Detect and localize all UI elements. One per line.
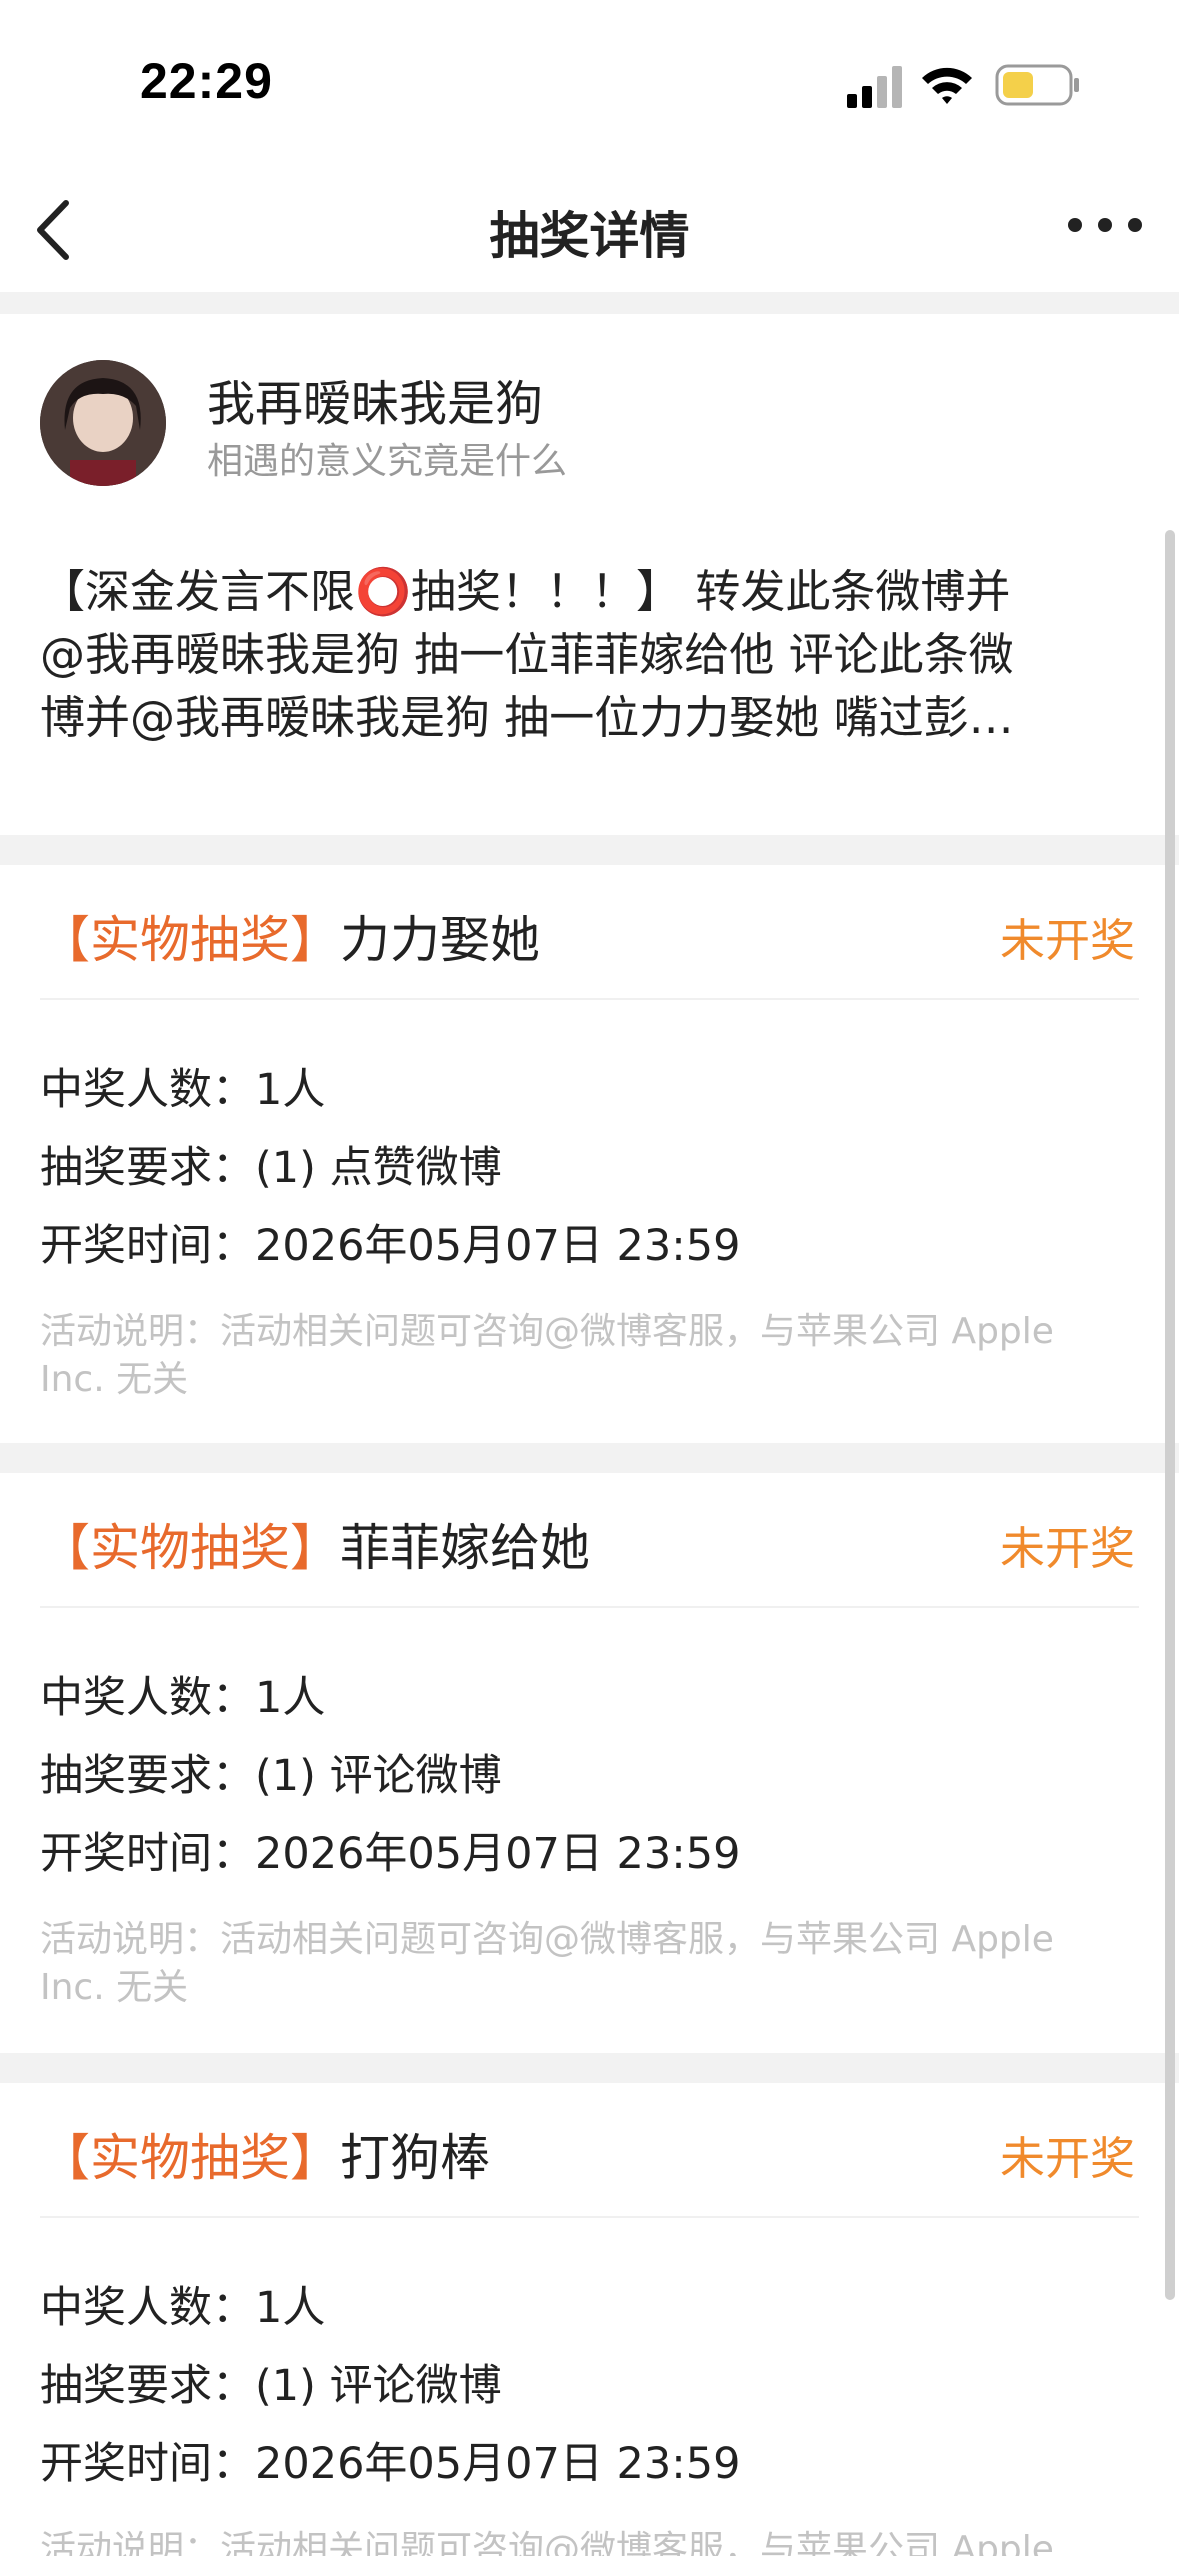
card-title: 【实物抽奖】菲菲嫁给她 <box>40 1508 590 1580</box>
signal-icon <box>847 66 902 108</box>
activity-note: 活动说明：活动相关问题可咨询@微博客服，与苹果公司 Apple <box>40 2529 1054 2556</box>
avatar[interactable] <box>40 360 166 486</box>
winners-count: 中奖人数：1人 <box>40 2283 326 2333</box>
card-divider <box>40 998 1139 1000</box>
page-title: 抽奖详情 <box>489 207 690 265</box>
section-divider <box>0 1443 1179 1473</box>
author-name[interactable]: 我再暧昧我是狗 <box>207 364 543 434</box>
draw-time: 开奖时间：2026年05月07日 23:59 <box>40 2439 741 2489</box>
card-prize: 菲菲嫁给她 <box>340 1519 590 1577</box>
winners-count: 中奖人数：1人 <box>40 1673 326 1723</box>
requirement: 抽奖要求：(1) 评论微博 <box>40 2361 502 2411</box>
card-status: 未开奖 <box>999 2132 1135 2185</box>
author-subtitle: 相遇的意义究竟是什么 <box>207 441 568 482</box>
avatar-image <box>40 360 166 486</box>
card-tag: 【实物抽奖】 <box>40 2129 340 2187</box>
section-divider <box>0 2053 1179 2083</box>
card-tag: 【实物抽奖】 <box>40 911 340 969</box>
draw-time: 开奖时间：2026年05月07日 23:59 <box>40 1829 741 1879</box>
draw-time: 开奖时间：2026年05月07日 23:59 <box>40 1221 741 1271</box>
activity-note: 活动说明：活动相关问题可咨询@微博客服，与苹果公司 Apple Inc. 无关 <box>40 1919 1054 2008</box>
scrollbar[interactable] <box>1165 530 1175 2300</box>
card-status: 未开奖 <box>999 1522 1135 1575</box>
card-tag: 【实物抽奖】 <box>40 1519 340 1577</box>
status-time: 22:29 <box>140 53 273 109</box>
section-divider <box>0 292 1179 314</box>
card-status: 未开奖 <box>999 914 1135 967</box>
card-title: 【实物抽奖】力力娶她 <box>40 900 540 972</box>
requirement: 抽奖要求：(1) 点赞微博 <box>40 1143 502 1193</box>
post-text[interactable]: 【深金发言不限⭕抽奖！！！】 转发此条微博并 @我再暧昧我是狗 抽一位菲菲嫁给他… <box>40 560 1130 749</box>
card-divider <box>40 1606 1139 1608</box>
card-prize: 打狗棒 <box>340 2129 490 2187</box>
activity-note: 活动说明：活动相关问题可咨询@微博客服，与苹果公司 Apple Inc. 无关 <box>40 1311 1054 1400</box>
status-bar: 22:29 <box>0 0 1179 170</box>
wifi-icon <box>922 67 972 104</box>
card-title: 【实物抽奖】打狗棒 <box>40 2118 490 2190</box>
section-divider <box>0 835 1179 865</box>
battery-icon <box>995 64 1079 106</box>
winners-count: 中奖人数：1人 <box>40 1065 326 1115</box>
requirement: 抽奖要求：(1) 评论微博 <box>40 1751 502 1801</box>
card-divider <box>40 2216 1139 2218</box>
card-prize: 力力娶她 <box>340 911 540 969</box>
more-icon[interactable] <box>1065 210 1145 240</box>
